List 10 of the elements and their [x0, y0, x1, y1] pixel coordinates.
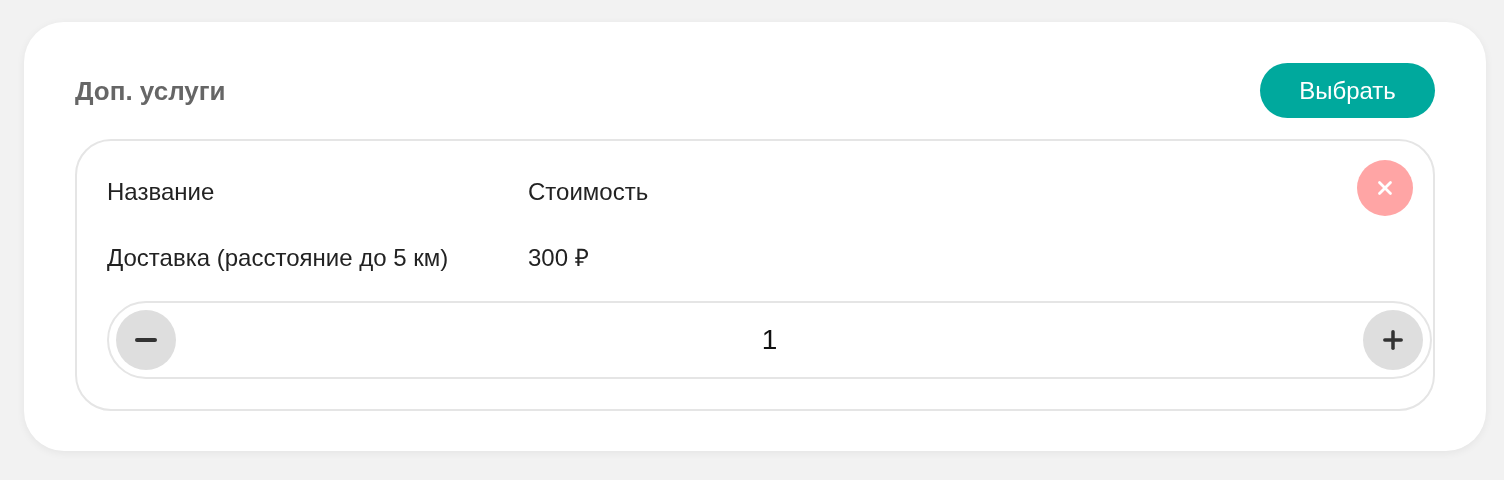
service-name: Доставка (расстояние до 5 км): [107, 243, 450, 273]
section-title: Доп. услуги: [75, 75, 226, 108]
decrease-button[interactable]: [116, 310, 176, 370]
minus-icon: [135, 338, 157, 342]
column-header: Стоимость: [528, 177, 650, 207]
increase-button[interactable]: [1363, 310, 1423, 370]
quantity-value: 1: [761, 323, 778, 357]
column-header: Название: [107, 177, 216, 207]
select-button[interactable]: Выбрать: [1260, 63, 1435, 118]
service-price: 300 ₽: [528, 243, 589, 273]
